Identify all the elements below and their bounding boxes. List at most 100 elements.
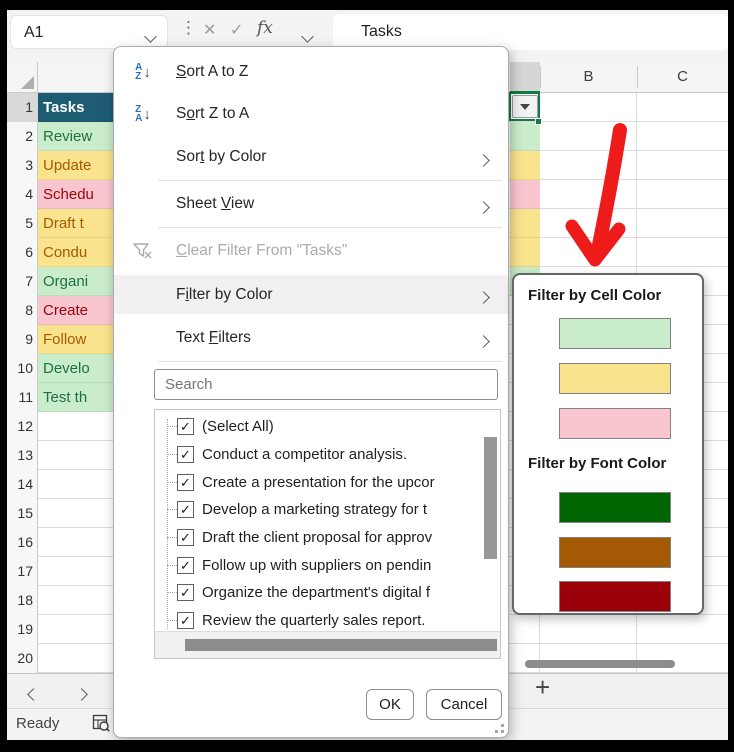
- row-header-column: 1 2 3 4 5 6 7 8 9 10 11 12 13 14 15 16 1…: [7, 93, 38, 673]
- checkbox-checked[interactable]: ✓: [177, 529, 194, 547]
- menu-item-text-filters[interactable]: Text Filters: [114, 319, 508, 357]
- chevron-right-icon: [477, 333, 490, 351]
- row-header-1[interactable]: 1: [7, 93, 38, 122]
- cell-a7[interactable]: Organi: [38, 267, 113, 296]
- selection-border: [509, 92, 540, 121]
- font-color-swatch-dark-orange[interactable]: [559, 537, 671, 568]
- cancel-button[interactable]: Cancel: [426, 689, 502, 720]
- add-sheet-button[interactable]: +: [535, 672, 550, 703]
- row-header-12[interactable]: 12: [7, 412, 33, 441]
- row-header-19[interactable]: 19: [7, 615, 33, 644]
- checkbox-checked[interactable]: ✓: [177, 584, 194, 602]
- formula-cancel-icon[interactable]: ✕: [203, 20, 216, 40]
- chevron-right-icon: [477, 152, 490, 170]
- row-header-14[interactable]: 14: [7, 470, 33, 499]
- row-header-13[interactable]: 13: [7, 441, 33, 470]
- row-header-18[interactable]: 18: [7, 586, 33, 615]
- cell-color-swatch-green[interactable]: [559, 318, 671, 349]
- fill-handle[interactable]: [535, 118, 542, 125]
- ok-button[interactable]: OK: [366, 689, 414, 720]
- cell-a9[interactable]: Follow: [38, 325, 113, 354]
- menu-item-sort-z-to-a[interactable]: ZA ↓ Sort Z to A: [114, 95, 508, 133]
- cell-a5-sliver: [510, 209, 540, 238]
- menu-item-filter-by-color[interactable]: Filter by Color: [114, 275, 508, 314]
- column-header-b[interactable]: B: [540, 62, 637, 92]
- window-frame-left: [0, 0, 7, 752]
- resize-grip[interactable]: [492, 721, 504, 733]
- search-input[interactable]: [154, 369, 498, 400]
- prev-sheet-button[interactable]: [27, 686, 40, 704]
- insert-function-button[interactable]: fx: [257, 18, 273, 38]
- row-header-3[interactable]: 3: [7, 151, 33, 180]
- toolbar-dots-icon: ⋮: [180, 18, 197, 37]
- filter-list-item[interactable]: ✓ Draft the client proposal for approv: [155, 524, 480, 552]
- checkbox-checked[interactable]: ✓: [177, 556, 194, 574]
- list-horizontal-scrollbar-thumb[interactable]: [185, 639, 497, 651]
- filter-context-menu: AZ ↓ Sort A to Z ZA ↓ Sort Z to A Sort b…: [113, 46, 509, 738]
- cell-a11[interactable]: Test th: [38, 383, 113, 412]
- row-header-5[interactable]: 5: [7, 209, 33, 238]
- cell-color-swatch-yellow[interactable]: [559, 363, 671, 394]
- column-header-a-sliver[interactable]: [510, 62, 540, 93]
- cell-a8[interactable]: Create: [38, 296, 113, 325]
- filter-value-list: ✓ (Select All) ✓ Conduct a competitor an…: [154, 409, 501, 659]
- filter-list-item[interactable]: ✓ Conduct a competitor analysis.: [155, 441, 480, 469]
- cell-a1-tasks-header[interactable]: Tasks: [38, 93, 113, 122]
- filter-list-item[interactable]: ✓ Organize the department's digital f: [155, 579, 480, 607]
- list-vertical-scrollbar[interactable]: [484, 437, 497, 559]
- cell-a6[interactable]: Condu: [38, 238, 113, 267]
- font-color-swatch-dark-red[interactable]: [559, 581, 671, 612]
- filter-list-item[interactable]: ✓ Develop a marketing strategy for t: [155, 496, 480, 524]
- sheet-horizontal-scrollbar[interactable]: [525, 660, 675, 668]
- checkbox-checked[interactable]: ✓: [177, 418, 194, 436]
- row-header-10[interactable]: 10: [7, 354, 33, 383]
- checkbox-checked[interactable]: ✓: [177, 612, 194, 630]
- filter-by-color-submenu: Filter by Cell Color Filter by Font Colo…: [512, 273, 704, 615]
- cell-a4[interactable]: Schedu: [38, 180, 113, 209]
- name-box-chevron-icon[interactable]: [144, 28, 157, 46]
- cell-a2[interactable]: Review: [38, 122, 113, 151]
- checkbox-checked[interactable]: ✓: [177, 501, 194, 519]
- name-box[interactable]: A1: [10, 15, 168, 49]
- row-header-8[interactable]: 8: [7, 296, 33, 325]
- row-header-17[interactable]: 17: [7, 557, 33, 586]
- list-horizontal-scrollbar-track[interactable]: [155, 631, 500, 658]
- menu-item-sheet-view[interactable]: Sheet View: [114, 185, 508, 223]
- checkbox-checked[interactable]: ✓: [177, 473, 194, 491]
- row-header-9[interactable]: 9: [7, 325, 33, 354]
- filter-list-item-select-all[interactable]: ✓ (Select All): [155, 413, 480, 441]
- accessibility-checker-icon[interactable]: [92, 714, 110, 732]
- menu-item-sort-by-color[interactable]: Sort by Color: [114, 138, 508, 176]
- cell-a3-sliver: [510, 151, 540, 180]
- row-header-7[interactable]: 7: [7, 267, 33, 296]
- next-sheet-button[interactable]: [75, 686, 88, 704]
- row-header-20[interactable]: 20: [7, 644, 33, 673]
- filter-list-item[interactable]: ✓ Follow up with suppliers on pendin: [155, 551, 480, 579]
- cell-a5[interactable]: Draft t: [38, 209, 113, 238]
- row-header-16[interactable]: 16: [7, 528, 33, 557]
- formula-bar[interactable]: Tasks: [333, 14, 728, 50]
- menu-item-sort-a-to-z[interactable]: AZ ↓ Sort A to Z: [114, 53, 508, 91]
- row-header-11[interactable]: 11: [7, 383, 33, 412]
- cell-a3[interactable]: Update: [38, 151, 113, 180]
- checkbox-checked[interactable]: ✓: [177, 446, 194, 464]
- row-header-6[interactable]: 6: [7, 238, 33, 267]
- column-header-c[interactable]: C: [637, 62, 728, 92]
- row-header-4[interactable]: 4: [7, 180, 33, 209]
- row-header-15[interactable]: 15: [7, 499, 33, 528]
- filter-list-item[interactable]: ✓ Create a presentation for the upcor: [155, 468, 480, 496]
- cell-a10[interactable]: Develo: [38, 354, 113, 383]
- select-all-triangle-icon: [21, 76, 34, 89]
- excel-window: A1 ⋮ ✕ ✓ fx Tasks B C 1 2 3 4 5 6 7 8 9 …: [0, 0, 734, 752]
- status-ready-label: Ready: [16, 715, 60, 732]
- sort-az-icon: AZ ↓: [135, 62, 151, 82]
- font-color-swatch-dark-green[interactable]: [559, 492, 671, 523]
- fx-chevron-icon[interactable]: [301, 28, 314, 46]
- formula-enter-icon[interactable]: ✓: [230, 20, 243, 40]
- cell-color-swatch-pink[interactable]: [559, 408, 671, 439]
- cell-color-section-title: Filter by Cell Color: [528, 287, 662, 304]
- row-header-2[interactable]: 2: [7, 122, 33, 151]
- menu-item-clear-filter: Clear Filter From "Tasks": [114, 232, 508, 270]
- select-all-corner[interactable]: [7, 62, 38, 93]
- cell-a6-sliver: [510, 238, 540, 267]
